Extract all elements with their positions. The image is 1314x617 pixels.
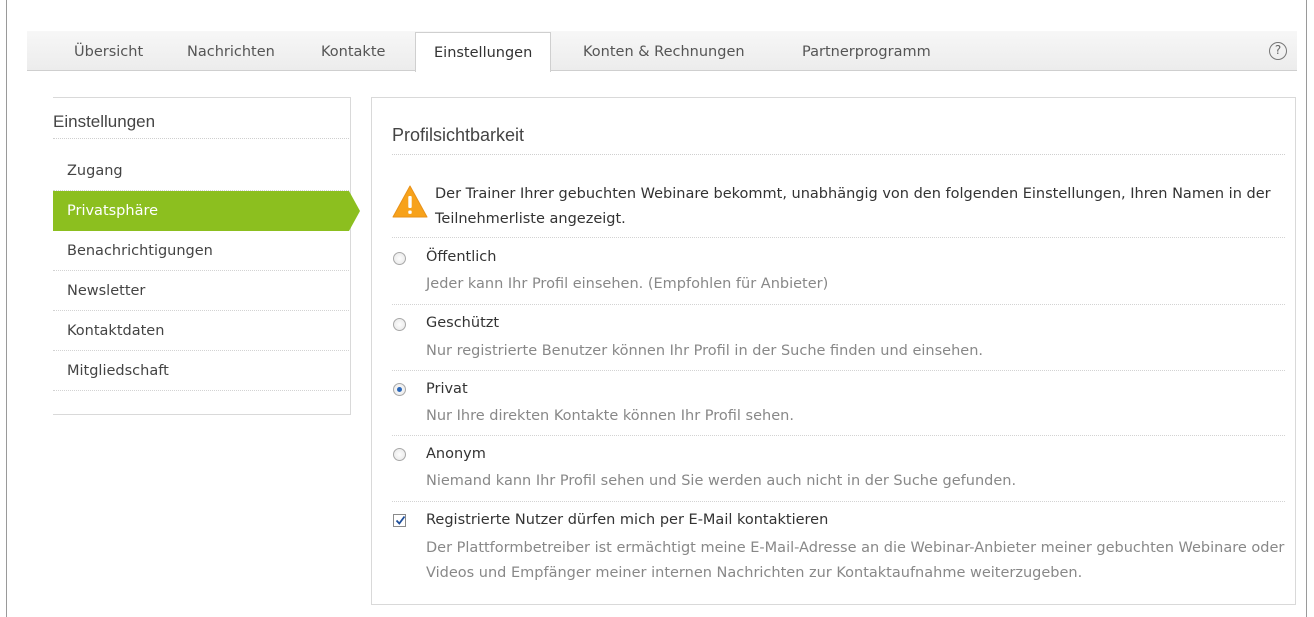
option-label-geschuetzt[interactable]: Geschützt (426, 315, 499, 331)
divider (392, 501, 1285, 502)
sidebar-item-mitgliedschaft[interactable]: Mitgliedschaft (53, 351, 349, 391)
warning-message: Der Trainer Ihrer gebuchten Webinare bek… (435, 186, 1271, 227)
option-label-oeffentlich[interactable]: Öffentlich (426, 249, 496, 265)
radio-anonym[interactable] (393, 448, 406, 461)
divider (392, 304, 1285, 305)
radio-privat[interactable] (393, 383, 406, 396)
tab-nachrichten[interactable]: Nachrichten (187, 31, 275, 71)
email-contact-label[interactable]: Registrierte Nutzer dürfen mich per E-Ma… (426, 512, 828, 528)
email-contact-checkbox[interactable] (393, 514, 406, 527)
tab-konten-rechnungen[interactable]: Konten & Rechnungen (583, 31, 745, 71)
warning-icon (392, 185, 428, 218)
divider (392, 237, 1285, 238)
tab-kontakte[interactable]: Kontakte (321, 31, 385, 71)
option-label-anonym[interactable]: Anonym (426, 446, 486, 462)
tab-partnerprogramm[interactable]: Partnerprogramm (802, 31, 931, 71)
option-desc-geschuetzt: Nur registrierte Benutzer können Ihr Pro… (426, 343, 984, 359)
tab-einstellungen[interactable]: Einstellungen (415, 32, 552, 72)
radio-geschuetzt[interactable] (393, 318, 406, 331)
sidebar-item-kontaktdaten[interactable]: Kontaktdaten (53, 311, 349, 351)
sidebar-item-privatsphaere[interactable]: Privatsphäre (53, 191, 360, 231)
panel-title-divider (392, 154, 1285, 155)
main-tab-bar: Übersicht Nachrichten Kontakte Einstellu… (27, 31, 1297, 72)
sidebar-item-newsletter[interactable]: Newsletter (53, 271, 349, 311)
checkmark-icon (395, 515, 406, 525)
divider (392, 435, 1285, 436)
email-contact-description: Der Plattformbetreiber ist ermächtigt me… (426, 540, 1285, 581)
help-icon[interactable]: ? (1269, 42, 1287, 60)
settings-sidebar: Einstellungen Zugang Privatsphäre Benach… (53, 97, 360, 415)
option-desc-anonym: Niemand kann Ihr Profil sehen und Sie we… (426, 473, 1017, 489)
sidebar-title-divider (53, 138, 349, 139)
divider (392, 370, 1285, 371)
sidebar-item-benachrichtigungen[interactable]: Benachrichtigungen (53, 231, 349, 271)
privacy-settings-panel: Profilsichtbarkeit Der Trainer Ihrer geb… (371, 97, 1296, 605)
tab-uebersicht[interactable]: Übersicht (74, 31, 143, 71)
sidebar-item-zugang[interactable]: Zugang (53, 151, 349, 191)
window-frame-right (1306, 0, 1307, 617)
option-desc-oeffentlich: Jeder kann Ihr Profil einsehen. (Empfohl… (426, 276, 829, 292)
panel-title: Profilsichtbarkeit (392, 125, 525, 145)
sidebar-title: Einstellungen (53, 112, 156, 131)
option-label-privat[interactable]: Privat (426, 381, 468, 397)
option-desc-privat: Nur Ihre direkten Kontakte können Ihr Pr… (426, 408, 794, 424)
radio-oeffentlich[interactable] (393, 252, 406, 265)
window-frame-left (6, 0, 7, 617)
